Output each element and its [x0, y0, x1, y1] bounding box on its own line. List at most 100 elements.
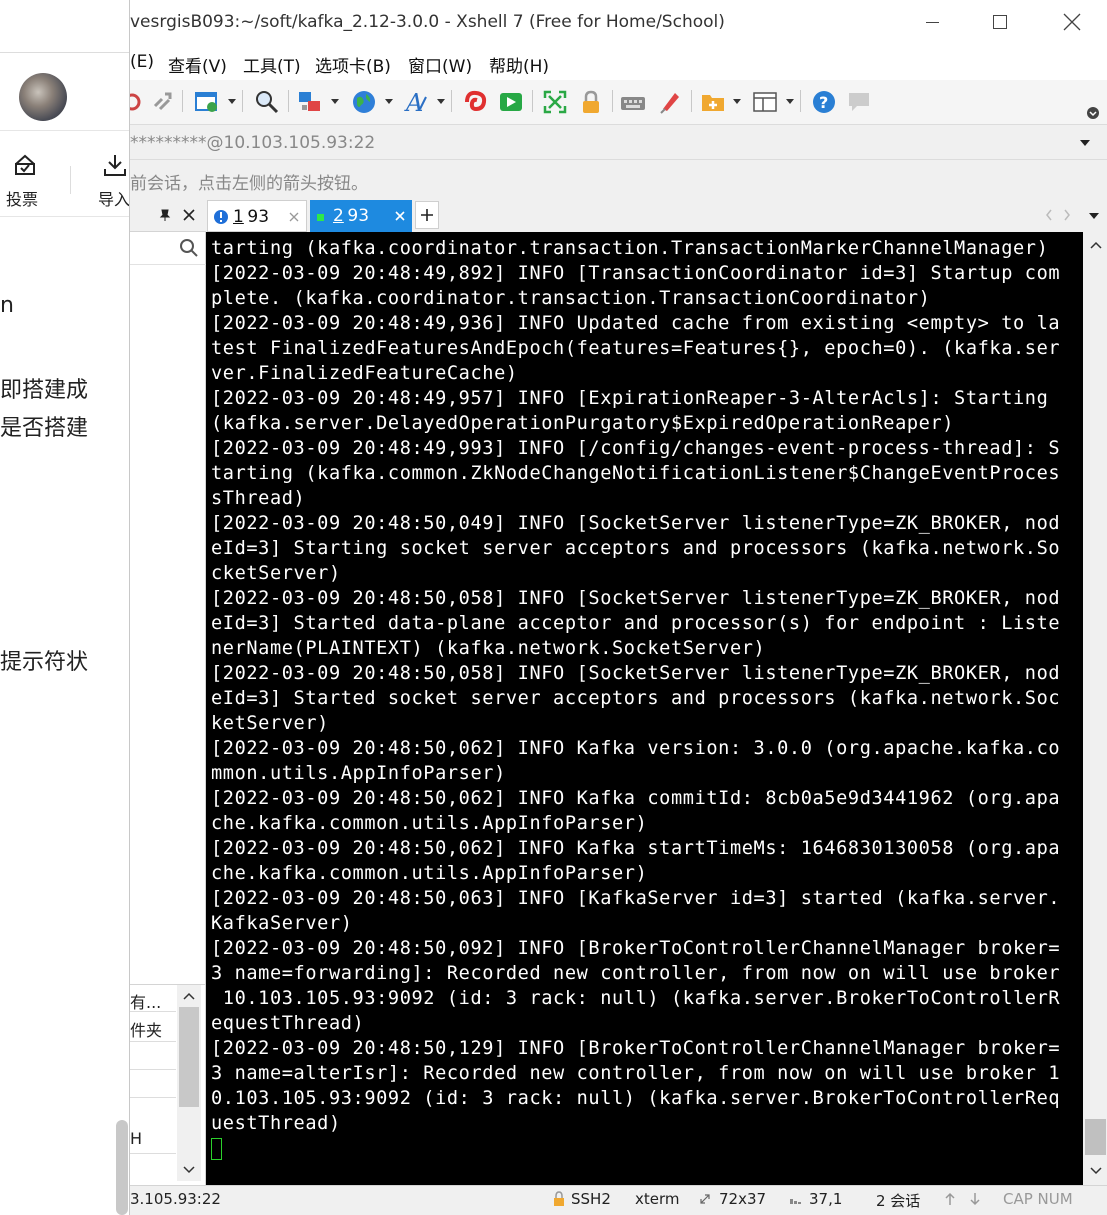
- property-list: 有... 件夹 H: [130, 984, 206, 1184]
- new-tab-icon[interactable]: [700, 89, 726, 115]
- address-bar[interactable]: *********@10.103.105.93:22: [130, 124, 1107, 160]
- svg-text:?: ?: [819, 93, 828, 112]
- properties-icon[interactable]: [194, 89, 220, 115]
- transfer-icon[interactable]: [297, 89, 323, 115]
- minimize-button[interactable]: [920, 10, 944, 34]
- scroll-down-icon[interactable]: [1089, 1166, 1103, 1176]
- tab-session-2[interactable]: 2 93: [310, 200, 412, 232]
- terminal-line: [2022-03-09 20:48:50,062] INFO Kafka sta…: [211, 838, 1061, 859]
- tab-session-1[interactable]: 1 93: [207, 200, 307, 232]
- terminal-line: equestThread): [211, 1013, 365, 1034]
- status-bar: [130, 1185, 1107, 1215]
- address-field[interactable]: *********@10.103.105.93:22: [130, 133, 375, 153]
- terminal-line: 3 name=alterIsr]: Recorded new controlle…: [211, 1063, 1061, 1084]
- terminal-line: [2022-03-09 20:48:49,892] INFO [Transact…: [211, 263, 1061, 284]
- menu-bar: (E) 查看(V) 工具(T) 选项卡(B) 窗口(W) 帮助(H): [130, 44, 1107, 80]
- list-scrollbar[interactable]: [177, 985, 201, 1181]
- resize-icon: [700, 1194, 710, 1204]
- arrow-down-icon[interactable]: [969, 1192, 981, 1206]
- terminal-line: sThread): [211, 488, 306, 509]
- terminal-line: che.kafka.common.utils.AppInfoParser): [211, 813, 648, 834]
- tab-close-icon[interactable]: [288, 211, 300, 223]
- terminal-line: uestThread): [211, 1113, 341, 1134]
- status-size: 72x37: [719, 1190, 767, 1208]
- terminal-line: [2022-03-09 20:48:50,129] INFO [BrokerTo…: [211, 1038, 1061, 1059]
- tab-close-icon[interactable]: [394, 210, 406, 222]
- help-icon[interactable]: ?: [811, 89, 837, 115]
- tab-list-dropdown[interactable]: [1089, 213, 1099, 219]
- list-item[interactable]: 件夹: [130, 1017, 162, 1041]
- find-icon[interactable]: [254, 89, 280, 115]
- lock-icon[interactable]: [578, 89, 604, 115]
- terminal-line: eId=3] Started data-plane acceptor and p…: [211, 613, 1061, 634]
- tab-scroll-left-icon[interactable]: [1044, 208, 1054, 222]
- xdrive-icon[interactable]: [498, 89, 524, 115]
- terminal-line: ketServer): [211, 713, 329, 734]
- avatar[interactable]: [19, 73, 67, 121]
- menu-tools[interactable]: 工具(T): [243, 52, 301, 77]
- article-text-fragment: n: [0, 293, 14, 318]
- terminal-output[interactable]: tarting (kafka.coordinator.transaction.T…: [206, 232, 1083, 1185]
- alert-icon: [214, 210, 228, 224]
- terminal-line: KafkaServer): [211, 913, 353, 934]
- menu-view[interactable]: 查看(V): [168, 52, 227, 77]
- vote-button[interactable]: 投票: [4, 152, 48, 209]
- list-item[interactable]: H: [130, 1129, 142, 1148]
- terminal-line: [2022-03-09 20:48:50,058] INFO [SocketSe…: [211, 588, 1061, 609]
- maximize-button[interactable]: [988, 10, 1012, 34]
- scroll-down-icon[interactable]: [182, 1165, 196, 1175]
- reconnect-icon[interactable]: [150, 88, 176, 114]
- terminal-line: 3 name=forwarding]: Recorded new control…: [211, 963, 1061, 984]
- menu-help[interactable]: 帮助(H): [489, 52, 549, 77]
- menu-window[interactable]: 窗口(W): [408, 52, 472, 77]
- status-host: 3.105.93:22: [130, 1190, 221, 1208]
- xftp-icon[interactable]: [463, 89, 489, 115]
- tab-label: 93: [342, 206, 370, 226]
- globe-icon[interactable]: [351, 89, 377, 115]
- download-icon: [104, 155, 126, 176]
- close-button[interactable]: [1060, 10, 1084, 34]
- search-icon[interactable]: [179, 238, 199, 258]
- font-icon[interactable]: A: [404, 89, 430, 115]
- session-hint-bar: 前会话，点击左侧的箭头按钮。: [130, 160, 1107, 198]
- address-dropdown-button[interactable]: [1080, 140, 1090, 146]
- layout-icon[interactable]: [752, 89, 778, 115]
- terminal-line: 10.103.105.93:9092 (id: 3 rack: null) (k…: [211, 988, 1061, 1009]
- arrow-up-icon[interactable]: [944, 1192, 956, 1206]
- terminal-scrollbar[interactable]: [1083, 232, 1107, 1185]
- scroll-up-icon[interactable]: [1089, 240, 1103, 250]
- article-text-fragment: 即搭建成: [0, 378, 89, 403]
- tab-bar: 1 93 2 93: [206, 198, 1107, 232]
- status-cursor: 37,1: [809, 1190, 843, 1208]
- session-manager-panel: 有... 件夹 H: [130, 198, 206, 1185]
- terminal-line: [2022-03-09 20:48:50,062] INFO Kafka com…: [211, 788, 1061, 809]
- terminal-line: ver.FinalizedFeatureCache): [211, 363, 518, 384]
- keyboard-icon[interactable]: [620, 89, 646, 115]
- highlight-icon[interactable]: [657, 89, 683, 115]
- terminal-line: eId=3] Started socket server acceptors a…: [211, 688, 1061, 709]
- chat-icon[interactable]: [846, 89, 872, 115]
- pin-icon[interactable]: [158, 208, 172, 222]
- scrollbar-thumb[interactable]: [116, 1120, 128, 1215]
- tab-scroll-right-icon[interactable]: [1062, 208, 1072, 222]
- lock-icon: [554, 1191, 564, 1206]
- disconnect-icon[interactable]: [130, 90, 142, 114]
- terminal-line: [2022-03-09 20:48:50,063] INFO [KafkaSer…: [211, 888, 1061, 909]
- toolbar-overflow-icon[interactable]: [1086, 106, 1100, 120]
- title-bar[interactable]: vesrgisB093:~/soft/kafka_2.12-3.0.0 - Xs…: [130, 0, 1107, 44]
- close-icon: [1063, 13, 1081, 31]
- scrollbar-thumb[interactable]: [1085, 1119, 1106, 1155]
- terminal-line: [2022-03-09 20:48:50,049] INFO [SocketSe…: [211, 513, 1061, 534]
- plus-icon: [421, 209, 433, 221]
- fullscreen-icon[interactable]: [542, 89, 568, 115]
- menu-tabs[interactable]: 选项卡(B): [315, 52, 391, 77]
- list-item[interactable]: 有...: [130, 989, 161, 1013]
- new-tab-button[interactable]: [415, 201, 439, 229]
- session-hint-text: 前会话，点击左侧的箭头按钮。: [130, 174, 368, 194]
- panel-close-icon[interactable]: [182, 208, 196, 222]
- article-text-fragment: 是否搭建: [0, 416, 89, 441]
- import-button[interactable]: 导入: [96, 152, 130, 209]
- menu-edit[interactable]: (E): [130, 52, 154, 72]
- scroll-up-icon[interactable]: [182, 991, 196, 1001]
- terminal-line: che.kafka.common.utils.AppInfoParser): [211, 863, 648, 884]
